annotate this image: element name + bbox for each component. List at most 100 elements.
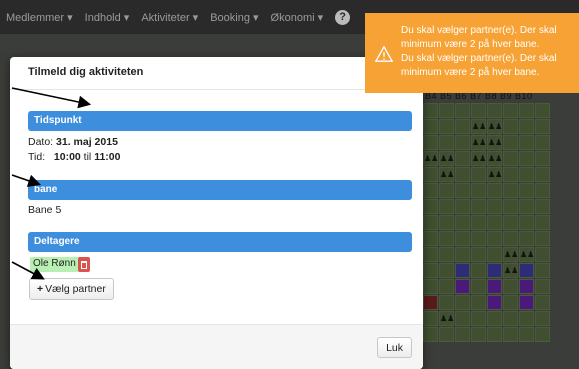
warning-notification[interactable]: Du skal vælger partner(e). Der skal mini… (365, 13, 579, 93)
date-label: Dato: (28, 136, 54, 148)
booking-grid-cell (455, 295, 470, 310)
booking-grid-cell: ♟♟ (503, 247, 518, 262)
booking-grid-cell (535, 231, 550, 246)
booking-grid-cell (535, 199, 550, 214)
booking-grid-cell (487, 279, 502, 294)
booking-grid-cell (455, 279, 470, 294)
booking-grid-cell (503, 279, 518, 294)
booking-grid-cell: ♟♟ (487, 151, 502, 166)
booking-grid-cell (439, 231, 454, 246)
booking-grid-cell (487, 103, 502, 118)
booking-grid-cell (423, 167, 438, 182)
booking-grid-cell (455, 199, 470, 214)
booking-grid-cell: ♟♟ (487, 135, 502, 150)
booking-grid-cell: ♟♟ (503, 263, 518, 278)
date-value: 31. maj 2015 (56, 136, 118, 148)
booking-grid-cell (455, 263, 470, 278)
nav-item-indhold[interactable]: Indhold ▾ (85, 11, 130, 24)
booking-grid-cell: ♟♟ (471, 119, 486, 134)
booking-grid-cell (423, 231, 438, 246)
booking-grid-cell (455, 135, 470, 150)
nav-item-booking[interactable]: Booking ▾ (210, 11, 258, 24)
booking-grid-cell (423, 119, 438, 134)
booking-grid-cell (423, 327, 438, 342)
warning-message-1: Du skal vælger partner(e). Der skal mini… (401, 25, 557, 50)
booking-grid-cell (519, 215, 534, 230)
booking-grid-cell: ♟♟ (487, 119, 502, 134)
booking-grid-cell (503, 119, 518, 134)
booking-grid: ♟♟ ♟♟ ♟♟ ♟♟ ♟♟ ♟♟ ♟♟ ♟♟ ♟♟ ♟♟ ♟♟ ♟♟ ♟♟ ♟♟ (423, 103, 550, 342)
booking-grid-cell (455, 215, 470, 230)
booking-grid-cell (455, 247, 470, 262)
booking-grid-cell (423, 311, 438, 326)
booking-grid-cell (471, 327, 486, 342)
booking-grid-cell (535, 103, 550, 118)
booking-grid-cell (535, 215, 550, 230)
nav-item-aktiviteter[interactable]: Aktiviteter ▾ (141, 11, 198, 24)
booking-grid-cell (519, 279, 534, 294)
booking-grid-cell (471, 167, 486, 182)
nav-item-medlemmer[interactable]: Medlemmer ▾ (6, 11, 73, 24)
booking-grid-cell (519, 135, 534, 150)
select-partner-label: Vælg partner (45, 283, 106, 295)
booking-grid-cell (503, 231, 518, 246)
modal-title: Tilmeld dig aktiviteten (10, 57, 423, 90)
booking-grid-cell (503, 215, 518, 230)
booking-grid-cell (455, 231, 470, 246)
booking-grid-cell (519, 183, 534, 198)
booking-grid-cell (535, 151, 550, 166)
booking-grid-cell: ♟♟ (423, 151, 438, 166)
booking-grid-cell (471, 247, 486, 262)
booking-grid-cell (423, 135, 438, 150)
help-icon[interactable]: ? (335, 9, 351, 25)
section-time-heading: Tidspunkt (28, 111, 412, 131)
booking-grid-cell: ♟♟ (471, 135, 486, 150)
court-value: Bane 5 (28, 204, 62, 216)
booking-grid-cell (423, 295, 438, 310)
booking-grid-cell (503, 327, 518, 342)
booking-grid-cell (439, 327, 454, 342)
close-button[interactable]: Luk (377, 337, 412, 358)
booking-grid-cell (535, 279, 550, 294)
booking-grid-cell (423, 215, 438, 230)
time-line: Tid: 10:00 til 11:00 (28, 151, 120, 163)
booking-grid-cell (423, 199, 438, 214)
booking-grid-cell (535, 247, 550, 262)
participant-tag: Ole Rønn (30, 257, 79, 272)
booking-grid-cell (519, 119, 534, 134)
booking-grid-cell (471, 103, 486, 118)
booking-grid-cell (503, 199, 518, 214)
booking-grid-cell (535, 119, 550, 134)
booking-grid-cell (503, 135, 518, 150)
booking-grid-cell (519, 295, 534, 310)
booking-grid-cell (471, 311, 486, 326)
booking-grid-cell (439, 199, 454, 214)
booking-grid-cell (503, 167, 518, 182)
remove-participant-button[interactable] (78, 257, 90, 272)
booking-grid-cell (503, 311, 518, 326)
booking-grid-cell (535, 311, 550, 326)
booking-grid-cell (519, 199, 534, 214)
booking-grid-cell: ♟♟ (439, 311, 454, 326)
booking-grid-cell (519, 327, 534, 342)
booking-grid-cell (455, 311, 470, 326)
booking-grid-cell (503, 103, 518, 118)
booking-grid-cell (487, 231, 502, 246)
booking-grid-cell (439, 247, 454, 262)
booking-grid-cell (455, 151, 470, 166)
booking-grid-cell (439, 135, 454, 150)
booking-grid-cell (503, 151, 518, 166)
booking-grid-cell (535, 167, 550, 182)
booking-grid-cell (471, 183, 486, 198)
booking-grid-cell (535, 295, 550, 310)
booking-grid-cell (487, 263, 502, 278)
nav-item-okonomi[interactable]: Økonomi ▾ (271, 11, 324, 24)
booking-grid-cell (423, 183, 438, 198)
booking-grid-cell (487, 199, 502, 214)
booking-grid-cell (423, 247, 438, 262)
select-partner-button[interactable]: + Vælg partner (29, 278, 114, 300)
booking-grid-cell (487, 183, 502, 198)
booking-grid-cell (519, 167, 534, 182)
section-participants-heading: Deltagere (28, 232, 412, 252)
booking-grid-cell (535, 263, 550, 278)
